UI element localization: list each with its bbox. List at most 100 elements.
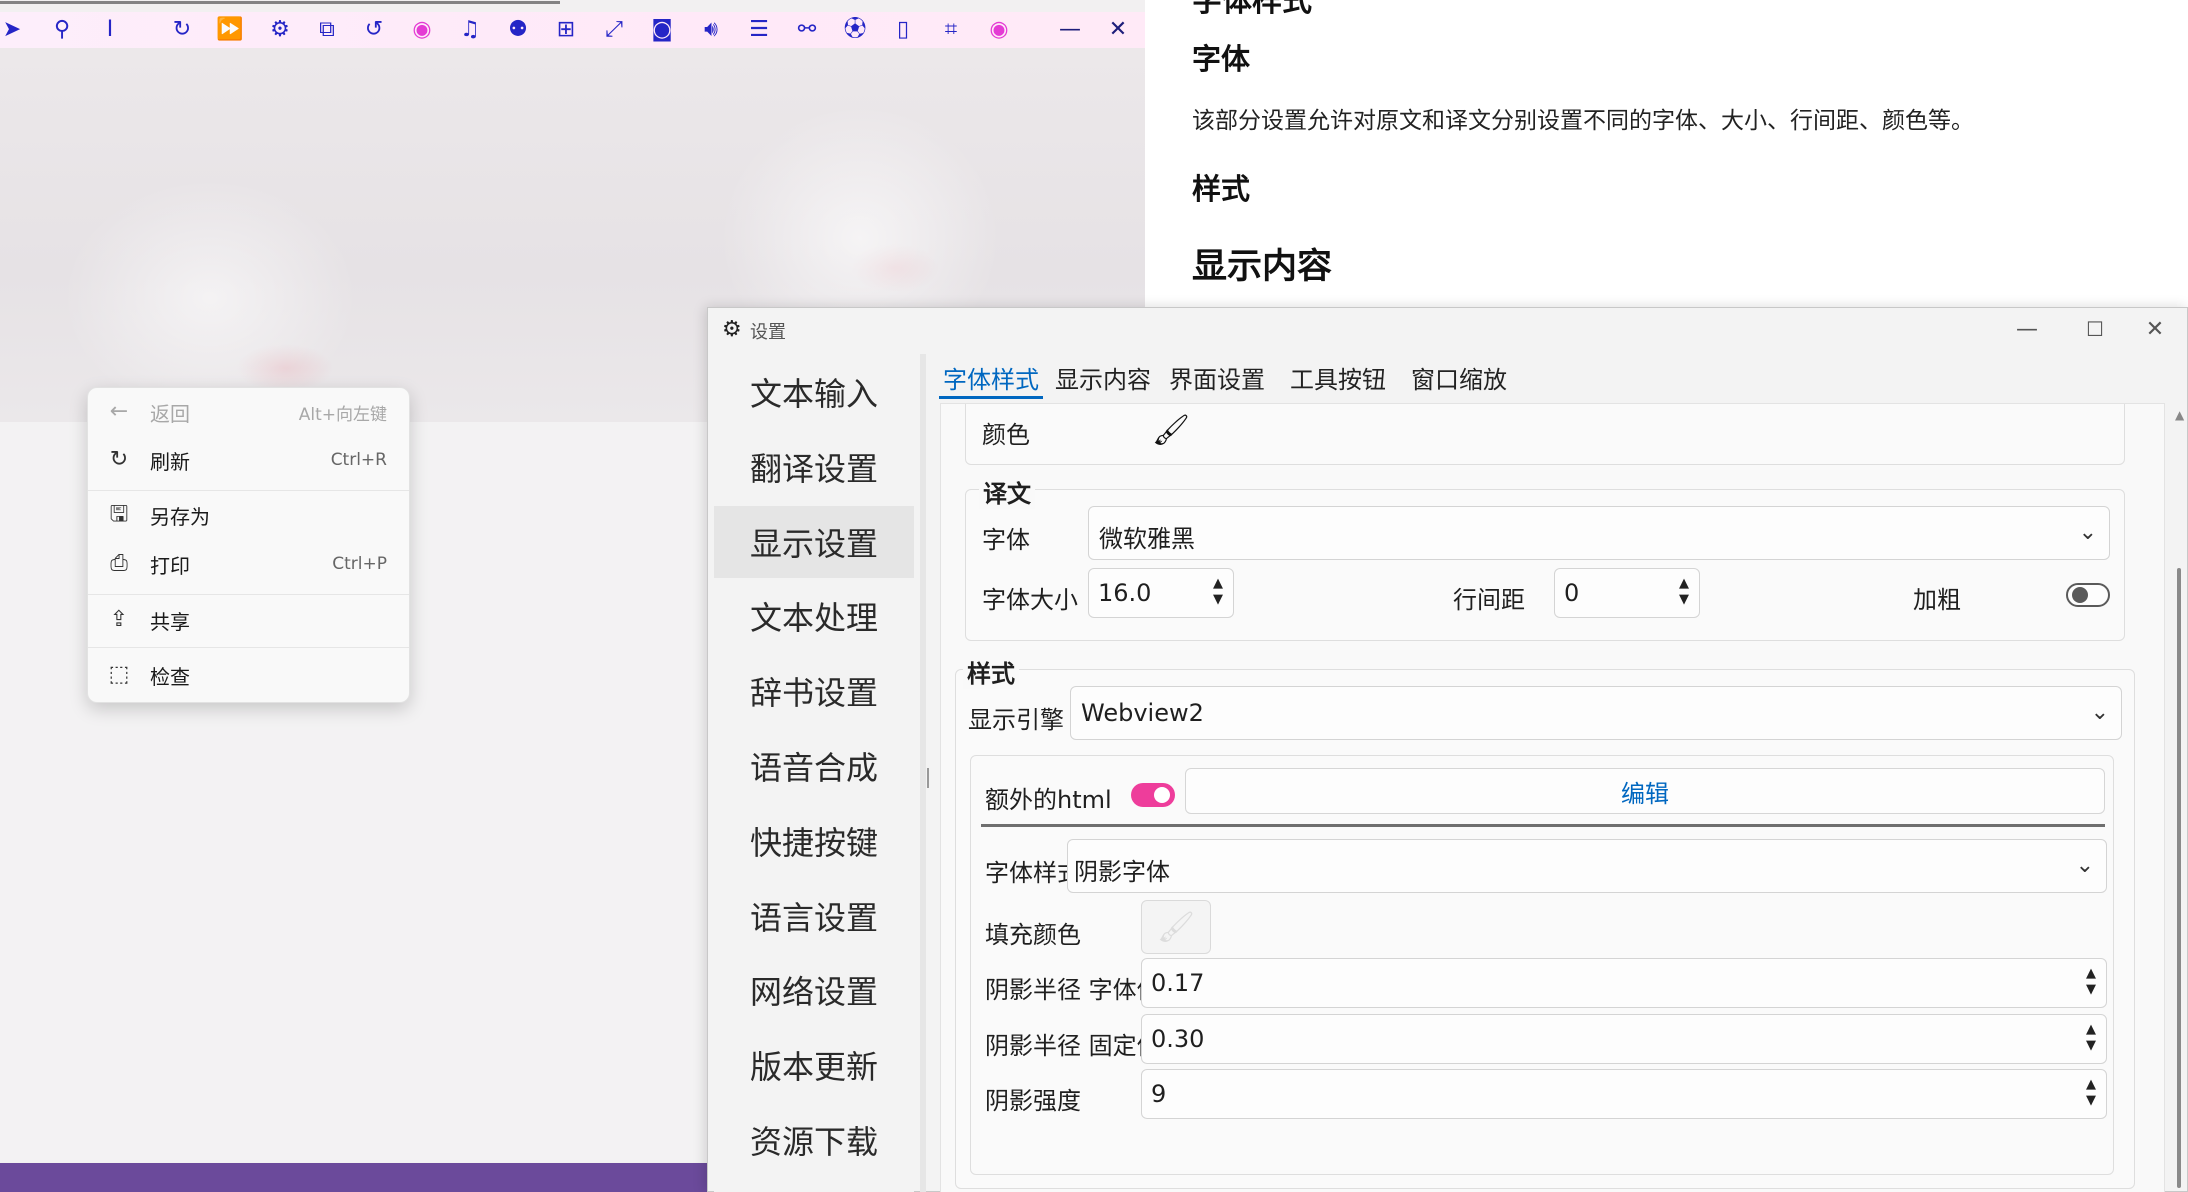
spin-arrows-icon[interactable]: ▲ ▼ [2086,1077,2096,1109]
file-icon[interactable]: ▯ [886,12,920,48]
shadow-radius-fixed-value: 0.30 [1151,1025,1205,1053]
nav-item[interactable]: 资源下载 [714,1104,914,1176]
shadow-strength-spinbox[interactable]: 9 ▲ ▼ [1141,1069,2107,1119]
tab[interactable]: 工具按钮 [1290,354,1386,400]
nav-item[interactable]: 辞书设置 [714,655,914,727]
gamepad-icon[interactable]: ⚉ [501,12,535,48]
content-scrollbar[interactable]: ▲ [2173,408,2185,1192]
engine-label: 显示引擎 [968,706,1064,734]
sitemap-icon[interactable]: ⚯ [790,12,824,48]
engine-value: Webview2 [1081,699,1204,727]
spin-arrows-icon[interactable]: ▲ ▼ [2086,966,2096,998]
tab[interactable]: 窗口缩放 [1411,354,1507,400]
undo-icon[interactable]: ↺ [357,12,391,48]
context-menu-shortcut: Alt+向左键 [298,404,387,425]
tab[interactable]: 字体样式 [943,354,1039,400]
translation-size-spinbox[interactable]: 16.0 ▲ ▼ [1088,568,1234,618]
spin-arrows-icon[interactable]: ▲ ▼ [2086,1022,2096,1054]
music-icon[interactable]: ♫ [453,12,487,48]
edit-html-button[interactable]: 编辑 [1185,768,2105,814]
eye-toggle-icon[interactable]: ◉ [982,12,1016,48]
pointer-icon[interactable]: ➤ [0,12,29,48]
volume-icon[interactable]: 🔊︎ [694,12,728,48]
context-menu-label: 检查 [150,664,190,689]
nav-item-label: 语言设置 [750,898,879,937]
paint-brush-icon: 🖌︎ [1151,412,1191,448]
list-icon[interactable]: ☰ [742,12,776,48]
scroll-thumb[interactable] [2177,568,2181,1188]
nav-item[interactable]: 翻译设置 [714,431,914,503]
spin-arrows-icon[interactable]: ▲ ▼ [1213,576,1223,608]
nav-item[interactable]: 文本处理 [714,580,914,652]
windows-icon[interactable]: ⊞ [549,12,583,48]
context-menu-item[interactable]: ⬚ 检查 [88,653,409,697]
camera-icon[interactable]: ◙ [645,12,679,48]
share-icon: ⇪ [109,607,129,632]
translator-toolbar: ➤ ⚲ I ↻ ⏩ ⚙ ⧉ ↺ ◉ ♫ ⚉ ⊞ ⤢ ◙ 🔊︎ ☰ ⚯ ⚽︎ ▯ ⌗ ◉ — ✕ [0,12,1145,48]
splitter[interactable] [920,354,926,1192]
expand-icon[interactable]: ⤢ [597,12,631,48]
shadow-radius-fixed-label: 阴影半径 固定值 [985,1032,1161,1060]
settings-tabs: 字体样式 显示内容 界面设置 工具按钮 窗口缩放 [939,354,2185,400]
maximize-window-button[interactable]: ☐ [2061,308,2129,350]
doc-heading-font-style: 字体样式 [1192,0,1312,19]
nav-item[interactable]: 语音合成 [714,730,914,802]
scroll-up-icon[interactable]: ▲ [2175,408,2184,422]
crop-icon[interactable]: ⌗ [934,12,968,48]
context-menu-item[interactable]: 🖫︎ 另存为 [88,493,409,537]
shadow-radius-fixed-spinbox[interactable]: 0.30 ▲ ▼ [1141,1014,2107,1064]
tab[interactable]: 显示内容 [1055,354,1151,400]
nav-item[interactable]: 语言设置 [714,880,914,952]
extra-html-label: 额外的html [985,786,1112,814]
context-menu-item[interactable]: ← 返回 Alt+向左键 [88,390,409,434]
minimize-icon[interactable]: — [1053,12,1087,48]
nav-item-label: 语音合成 [750,749,879,787]
context-menu-item[interactable]: ⎙ 打印 Ctrl+P [88,542,409,586]
nav-item[interactable]: 版本更新 [714,1029,914,1101]
original-color-button[interactable]: 🖌︎ [1136,404,1206,457]
nav-item[interactable]: 网络设置 [714,954,914,1026]
translation-font-select[interactable]: 微软雅黑 ⌄ [1088,506,2110,560]
color-label: 颜色 [982,421,1030,449]
doc-heading-style: 样式 [1192,172,1251,206]
fill-color-button[interactable]: 🖌︎ [1141,900,1211,954]
translation-spacing-value: 0 [1564,579,1580,607]
nav-item[interactable]: 显示设置 [714,505,914,578]
paint-brush-icon: 🖌︎ [1156,909,1196,945]
engine-select[interactable]: Webview2 ⌄ [1070,686,2122,740]
nav-item-label: 文本输入 [750,375,879,413]
original-text-group: 颜色 🖌︎ [965,404,2125,465]
refresh-icon[interactable]: ↻ [165,12,199,48]
soccer-ball-icon[interactable]: ⚽︎ [838,12,872,48]
menu-separator [88,594,409,595]
translation-bold-toggle[interactable] [2066,583,2110,607]
context-menu-item[interactable]: ↻ 刷新 Ctrl+R [88,438,409,482]
close-icon: ✕ [2145,316,2165,342]
minimize-window-button[interactable]: — [1993,308,2061,350]
minimize-icon: — [2016,316,2038,342]
copy-icon[interactable]: ⧉ [310,12,344,48]
chevron-down-icon: ⌄ [2075,853,2094,878]
settings-icon[interactable]: ⚙ [263,12,297,48]
shadow-radius-ratio-spinbox[interactable]: 0.17 ▲ ▼ [1141,958,2107,1008]
close-window-button[interactable]: ✕ [2121,308,2188,350]
spin-arrows-icon[interactable]: ▲ ▼ [1679,576,1689,608]
text-cursor-icon[interactable]: I [93,12,127,48]
nav-item[interactable]: 文本输入 [714,356,914,428]
clipped-text-line [0,0,560,6]
extra-html-toggle[interactable] [1131,783,1175,807]
fast-forward-icon[interactable]: ⏩ [213,12,247,48]
dialog-titlebar[interactable]: ⚙ 设置 — ☐ ✕ [708,308,2187,350]
dialog-title: 设置 [750,322,786,343]
doc-heading-font: 字体 [1192,42,1251,76]
font-style-select[interactable]: 阴影字体 ⌄ [1067,839,2107,893]
context-menu: ← 返回 Alt+向左键 ↻ 刷新 Ctrl+R 🖫︎ 另存为 ⎙ 打印 Ctrl+P ⇪ 共享 ⬚ 检查 [87,387,410,703]
context-menu-item[interactable]: ⇪ 共享 [88,598,409,642]
nav-item[interactable]: 快捷按键 [714,805,914,877]
translation-spacing-spinbox[interactable]: 0 ▲ ▼ [1554,568,1700,618]
eye-icon[interactable]: ◉ [405,12,439,48]
pin-icon[interactable]: ⚲ [45,12,79,48]
close-icon[interactable]: ✕ [1101,12,1135,48]
tab[interactable]: 界面设置 [1169,354,1265,400]
settings-nav: 文本输入翻译设置 显示设置 文本处理 辞书设置语音合成快捷按键语言设置网络设置 版本更新… [714,354,914,1192]
